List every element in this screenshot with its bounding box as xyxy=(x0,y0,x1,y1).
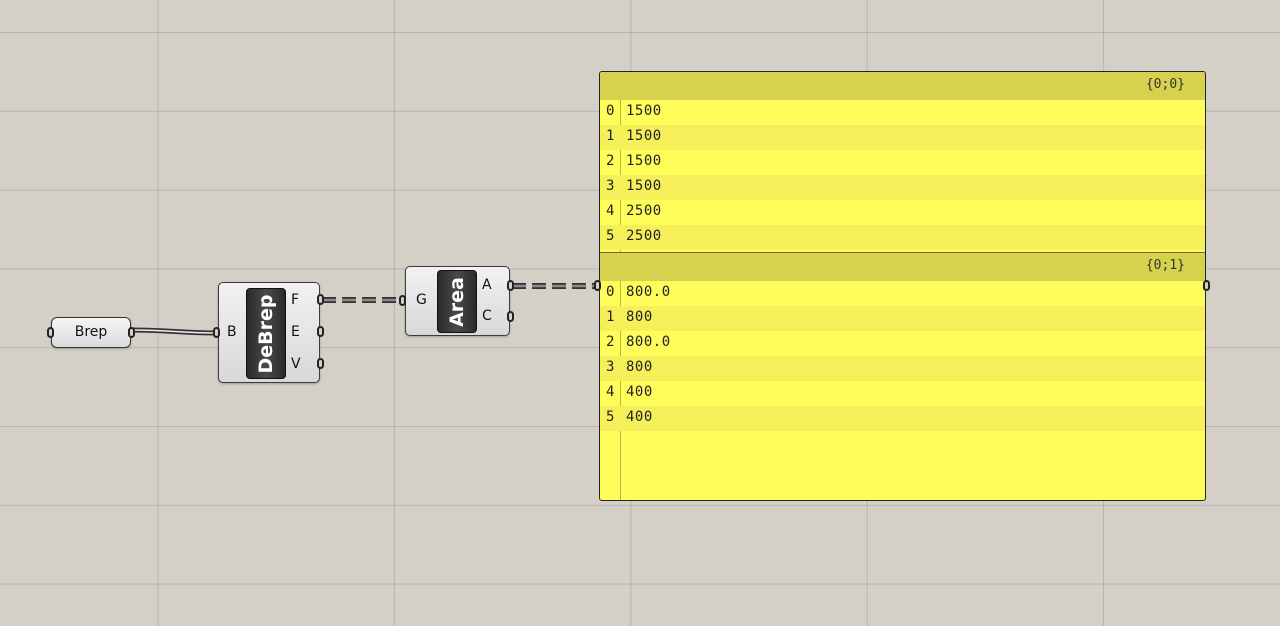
area-input-grip[interactable] xyxy=(399,295,406,306)
list-item: 5 2500 xyxy=(600,225,1205,250)
item-value: 1500 xyxy=(626,128,662,144)
item-value: 2500 xyxy=(626,203,662,219)
area-output-c-grip[interactable] xyxy=(507,311,514,322)
area-output-a-grip[interactable] xyxy=(507,280,514,291)
area-nameplate: Area xyxy=(437,270,477,333)
brep-parameter-label: Brep xyxy=(74,324,108,340)
item-index: 2 xyxy=(606,153,615,169)
list-item: 1 800 xyxy=(600,306,1205,331)
item-index: 1 xyxy=(606,309,615,325)
debrep-output-f[interactable]: F xyxy=(291,292,299,308)
item-value: 2500 xyxy=(626,228,662,244)
brep-input-grip[interactable] xyxy=(47,327,54,338)
item-index: 0 xyxy=(606,103,615,119)
brep-parameter[interactable]: Brep xyxy=(51,317,131,348)
area-input-g[interactable]: G xyxy=(416,292,427,308)
item-index: 4 xyxy=(606,384,615,400)
output-panel[interactable]: {0;0} 0 1500 1 1500 2 1500 3 1500 4 2500… xyxy=(599,71,1206,501)
item-value: 800 xyxy=(626,309,653,325)
branch-path: {0;0} xyxy=(1145,77,1185,92)
item-value: 800.0 xyxy=(626,284,671,300)
item-index: 3 xyxy=(606,359,615,375)
debrep-nameplate: DeBrep xyxy=(246,288,286,379)
grasshopper-canvas[interactable]: Brep B DeBrep F E V G Area A C {0;0} 0 1… xyxy=(0,0,1280,626)
item-value: 800 xyxy=(626,359,653,375)
brep-output-grip[interactable] xyxy=(128,327,135,338)
area-name: Area xyxy=(446,276,468,327)
branch-path: {0;1} xyxy=(1145,258,1185,273)
area-output-c[interactable]: C xyxy=(482,308,492,324)
item-value: 1500 xyxy=(626,153,662,169)
list-item: 0 1500 xyxy=(600,100,1205,125)
item-index: 3 xyxy=(606,178,615,194)
list-item: 5 400 xyxy=(600,406,1205,431)
debrep-input-grip[interactable] xyxy=(213,327,220,338)
debrep-output-v-grip[interactable] xyxy=(317,358,324,369)
list-item: 4 2500 xyxy=(600,200,1205,225)
list-item: 3 800 xyxy=(600,356,1205,381)
wire-brep-to-debrep[interactable] xyxy=(130,327,217,336)
item-value: 1500 xyxy=(626,103,662,119)
item-value: 400 xyxy=(626,409,653,425)
list-item: 2 1500 xyxy=(600,150,1205,175)
debrep-output-f-grip[interactable] xyxy=(317,294,324,305)
panel-output-grip[interactable] xyxy=(1203,280,1210,291)
area-component[interactable]: G Area A C xyxy=(405,266,510,336)
item-index: 4 xyxy=(606,203,615,219)
area-output-a[interactable]: A xyxy=(482,277,492,293)
item-value: 1500 xyxy=(626,178,662,194)
list-item: 3 1500 xyxy=(600,175,1205,200)
panel-input-grip[interactable] xyxy=(594,280,601,291)
debrep-output-e[interactable]: E xyxy=(291,324,300,340)
item-index: 1 xyxy=(606,128,615,144)
debrep-output-v[interactable]: V xyxy=(291,356,301,372)
debrep-output-e-grip[interactable] xyxy=(317,326,324,337)
item-index: 0 xyxy=(606,284,615,300)
item-index: 2 xyxy=(606,334,615,350)
debrep-input-b[interactable]: B xyxy=(227,324,237,340)
branch-header-0-1: {0;1} xyxy=(600,253,1205,281)
debrep-name: DeBrep xyxy=(255,294,277,373)
list-item: 2 800.0 xyxy=(600,331,1205,356)
list-item: 1 1500 xyxy=(600,125,1205,150)
list-item: 4 400 xyxy=(600,381,1205,406)
item-index: 5 xyxy=(606,409,615,425)
branch-header-0-0: {0;0} xyxy=(600,72,1205,100)
item-value: 800.0 xyxy=(626,334,671,350)
item-value: 400 xyxy=(626,384,653,400)
debrep-component[interactable]: B DeBrep F E V xyxy=(218,282,320,383)
item-index: 5 xyxy=(606,228,615,244)
list-item: 0 800.0 xyxy=(600,281,1205,306)
